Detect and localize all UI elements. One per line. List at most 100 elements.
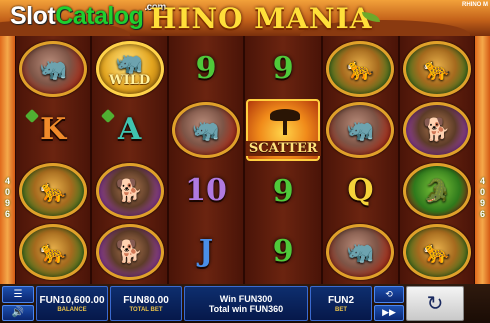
dog-symbol: 🐕: [95, 223, 164, 280]
croc-symbol: 🐊: [402, 162, 471, 219]
wild-symbol: 🦏 WILD: [95, 40, 164, 97]
reel-4: 9 SCATTER 9 9: [244, 36, 323, 284]
card-symbol: A: [117, 112, 142, 147]
scatter-label: SCATTER: [245, 140, 321, 156]
reel-symbol: 9: [246, 161, 320, 222]
reel-symbol: 🐆: [401, 221, 473, 282]
reel-symbol: 🐆: [17, 160, 89, 221]
total-bet-label: TOTAL BET: [129, 306, 163, 313]
dog-symbol: 🐕: [402, 101, 471, 158]
right-line-numbers: 4 0 9 6: [475, 176, 490, 220]
card-symbol: 9: [272, 173, 294, 209]
reel-symbol: 🐆: [401, 38, 473, 99]
balance-value: FUN10,600.00: [39, 294, 105, 306]
crocodile-icon: 🐊: [423, 177, 451, 203]
reel-symbol: 🐕: [93, 221, 165, 282]
leopard-symbol: 🐆: [19, 162, 88, 219]
win-panel: Win FUN300 Total win FUN360: [184, 286, 308, 321]
balance-panel: FUN10,600.00 BALANCE: [36, 286, 108, 321]
wild-dog-icon: 🐕: [423, 116, 451, 142]
line-number: 6: [4, 209, 10, 219]
control-bar: ☰ 🔊 FUN10,600.00 BALANCE FUN80.00 TOTAL …: [0, 284, 490, 323]
rhino-symbol: 🦏: [19, 40, 88, 97]
total-bet-value: FUN80.00: [123, 294, 169, 306]
rhino-icon: 🦏: [39, 55, 67, 81]
rhino-icon: 🦏: [346, 116, 375, 142]
rhino-icon: 🦏: [346, 238, 375, 264]
left-line-numbers: 4 0 9 6: [0, 176, 15, 220]
reel-symbol: 🐆: [324, 38, 396, 99]
reel-symbol: 🐕: [401, 99, 473, 160]
card-symbol: 10: [185, 173, 227, 208]
speaker-icon[interactable]: 🔊: [2, 304, 34, 321]
line-number: 4: [479, 176, 485, 186]
leopard-icon: 🐆: [423, 55, 451, 81]
reel-symbol: 🦏: [324, 221, 396, 282]
right-side-strip: 4 0 9 6: [475, 36, 490, 284]
slotcatalog-watermark: SlotCatalog.com: [10, 2, 166, 31]
leopard-icon: 🐆: [39, 238, 67, 264]
win-amount: Win FUN300: [219, 293, 273, 304]
reel-area: 🦏 K 🐆 🐆 🦏 WILD A 🐕 🐕 9 🦏 10 J 9 SCATTER 9 9 🐆 🦏 Q 🦏 🐆 🐕 🐊 🐆: [15, 36, 476, 284]
reel-6: 🐆 🐕 🐊 🐆: [398, 36, 476, 284]
top-banner: SlotCatalog.com HINO MANIA RHINO M: [0, 0, 490, 36]
rhino-symbol: 🦏: [326, 223, 395, 280]
refresh-spin-icon: ↻: [426, 293, 444, 315]
fast-forward-icon[interactable]: ▶▶: [374, 304, 404, 321]
reel-2: 🦏 WILD A 🐕 🐕: [91, 36, 168, 284]
card-symbol: 9: [272, 234, 294, 270]
bet-value: FUN2: [327, 294, 355, 306]
leopard-icon: 🐆: [346, 55, 375, 81]
reel-symbol: SCATTER: [245, 98, 321, 161]
reel-symbol: 9: [246, 38, 320, 99]
card-symbol: 9: [195, 51, 217, 86]
left-side-strip: 4 0 9 6: [0, 36, 15, 284]
menu-column: ☰ 🔊: [2, 286, 34, 321]
line-number: 0: [4, 187, 10, 197]
game-title: HINO MANIA: [150, 2, 373, 35]
corner-title: RHINO M: [462, 2, 488, 8]
line-number: 9: [479, 198, 485, 208]
wild-dog-icon: 🐕: [115, 238, 144, 264]
reel-symbol: J: [170, 221, 242, 282]
bet-label: BET: [335, 306, 347, 313]
autoplay-turbo-column: ⟲ ▶▶: [374, 286, 404, 321]
reel-symbol: 🦏 WILD: [93, 38, 165, 99]
wild-dog-icon: 🐕: [115, 177, 144, 203]
repeat-icon[interactable]: ⟲: [374, 286, 404, 303]
rhino-icon: 🦏: [192, 116, 220, 142]
watermark-catalog: Catalog: [55, 2, 144, 30]
reel-symbol: 🦏: [170, 99, 242, 160]
card-symbol: 9: [272, 50, 294, 86]
leopard-symbol: 🐆: [402, 40, 471, 97]
leopard-symbol: 🐆: [402, 223, 471, 280]
card-symbol: J: [198, 234, 214, 269]
leopard-symbol: 🐆: [326, 40, 395, 97]
watermark-slot: Slot: [10, 2, 56, 30]
reel-symbol: 9: [170, 38, 242, 99]
reel-symbol: 🐆: [17, 221, 89, 282]
reel-5: 🐆 🦏 Q 🦏: [322, 36, 399, 284]
line-number: 0: [479, 187, 485, 197]
card-symbol: Q: [347, 173, 374, 208]
spin-button[interactable]: ↻: [406, 286, 464, 321]
gem-icon: [101, 108, 116, 124]
wild-label: WILD: [109, 72, 151, 88]
reel-symbol: A: [93, 99, 165, 160]
card-symbol: K: [40, 112, 67, 147]
line-number: 4: [4, 176, 10, 186]
reel-symbol: 🦏: [324, 99, 396, 160]
leopard-icon: 🐆: [39, 177, 67, 203]
reel-1: 🦏 K 🐆 🐆: [15, 36, 92, 284]
line-number: 9: [4, 198, 10, 208]
leopard-icon: 🐆: [423, 238, 451, 264]
line-number: 6: [479, 209, 485, 219]
reel-symbol: 🦏: [17, 38, 89, 99]
bet-panel[interactable]: FUN2 BET: [310, 286, 372, 321]
tree-trunk: [283, 118, 288, 135]
reel-symbol: K: [17, 99, 89, 160]
rhino-symbol: 🦏: [172, 101, 241, 158]
hamburger-menu-icon[interactable]: ☰: [2, 286, 34, 303]
reel-symbol: 🐊: [401, 160, 473, 221]
reel-symbol: 10: [170, 160, 242, 221]
